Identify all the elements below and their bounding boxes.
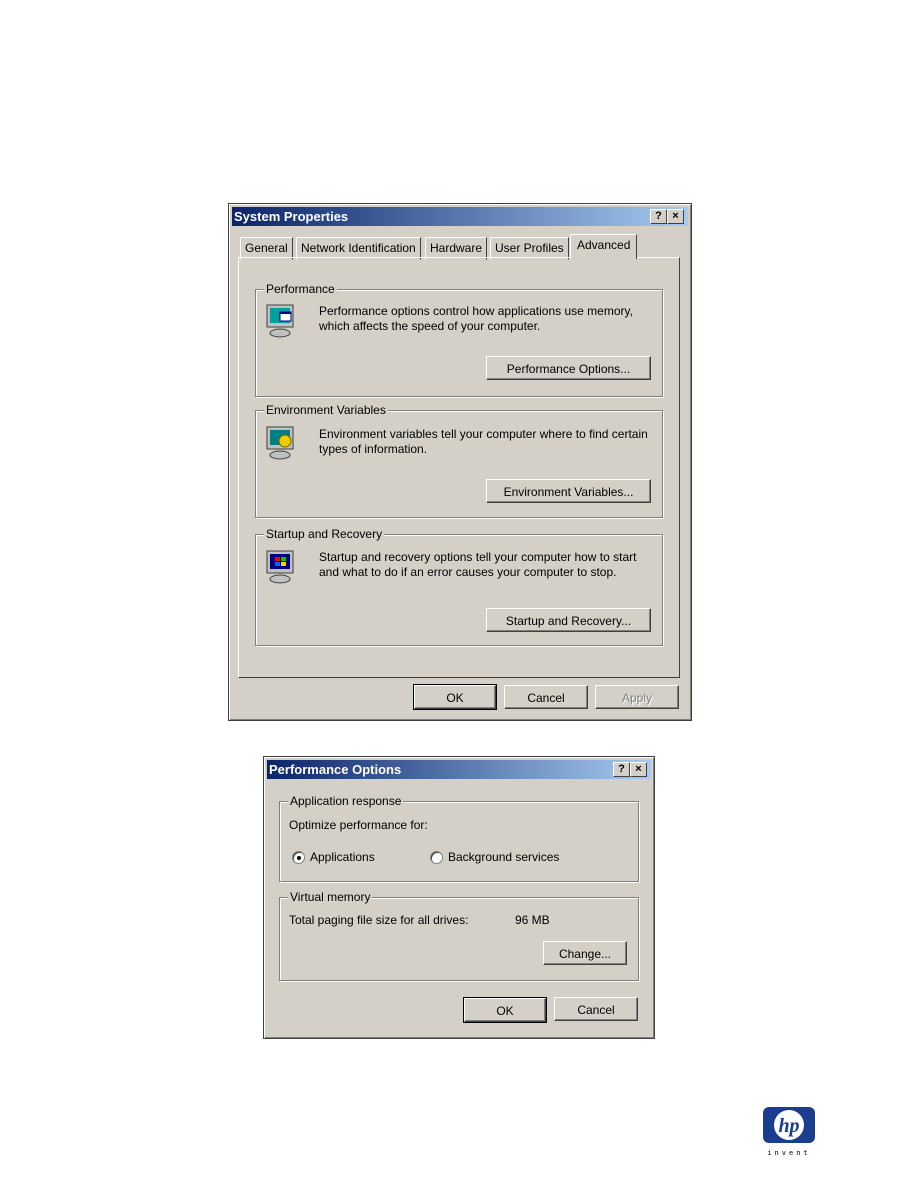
startup-recovery-button[interactable]: Startup and Recovery... [486,608,651,632]
help-button[interactable]: ? [613,762,630,777]
svg-text:invent: invent [767,1149,810,1157]
close-button[interactable]: × [630,762,647,777]
optimize-prompt: Optimize performance for: [289,818,428,832]
group-label: Performance [264,282,337,296]
paging-file-value: 96 MB [515,913,550,927]
environment-variables-button[interactable]: Environment Variables... [486,479,651,503]
group-label: Application response [288,794,404,808]
tab-advanced[interactable]: Advanced [570,234,638,259]
title-bar: System Properties [232,207,688,226]
window-title: Performance Options [269,762,402,777]
group-label: Virtual memory [288,890,373,904]
close-button[interactable]: × [667,209,684,224]
paging-file-label: Total paging file size for all drives: [289,913,469,927]
applications-label[interactable]: Applications [310,850,375,864]
help-button[interactable]: ? [650,209,667,224]
virtual-memory-group: Virtual memory [279,890,639,981]
background-services-radio[interactable] [430,851,443,864]
startup-description: Startup and recovery options tell your c… [319,550,637,579]
ok-button[interactable]: OK [463,997,547,1023]
apply-button[interactable]: Apply [595,685,679,709]
startup-monitor-icon [266,550,294,584]
performance-description: Performance options control how applicat… [319,304,633,333]
svg-text:hp: hp [778,1115,799,1137]
performance-options-button[interactable]: Performance Options... [486,356,651,380]
hp-logo: hp invent [763,1107,815,1157]
group-label: Environment Variables [264,403,388,417]
cancel-button[interactable]: Cancel [504,685,588,709]
cancel-button[interactable]: Cancel [554,997,638,1021]
environment-monitor-icon [266,426,294,460]
applications-radio[interactable] [292,851,305,864]
performance-monitor-icon [266,304,294,338]
background-services-label[interactable]: Background services [448,850,559,864]
change-button[interactable]: Change... [543,941,627,965]
ok-button[interactable]: OK [413,684,497,710]
application-response-group: Application response [279,794,639,882]
title-bar: Performance Options [267,760,651,779]
environment-description: Environment variables tell your computer… [319,427,648,456]
window-title: System Properties [234,209,349,224]
group-label: Startup and Recovery [264,527,385,541]
